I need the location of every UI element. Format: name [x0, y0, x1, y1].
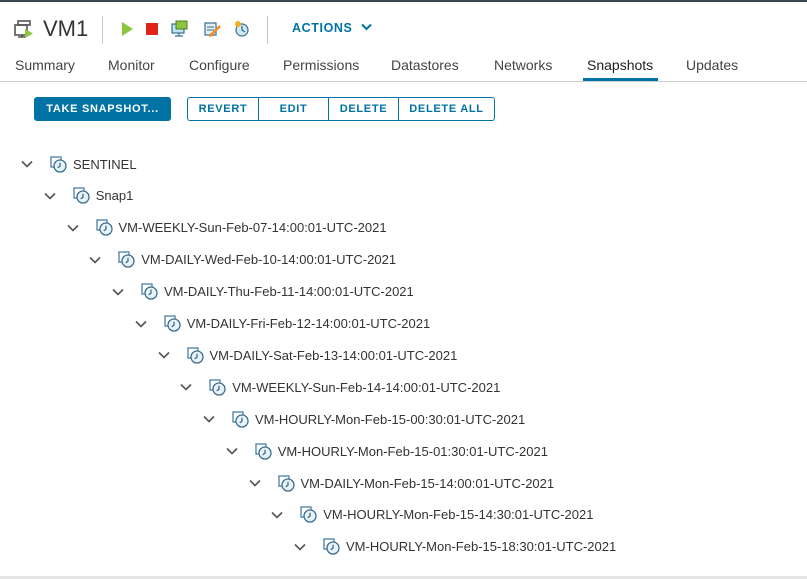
snapshot-tree-node[interactable]: VM-DAILY-Mon-Feb-15-14:00:01-UTC-2021	[248, 467, 555, 499]
snapshot-icon	[255, 442, 272, 460]
header: VM1 ACTIONS	[0, 2, 807, 48]
divider	[267, 16, 268, 44]
snapshot-label[interactable]: VM-HOURLY-Mon-Feb-15-14:30:01-UTC-2021	[323, 507, 593, 522]
delete-all-button[interactable]: DELETE ALL	[399, 98, 494, 120]
tab-networks[interactable]: Networks	[494, 57, 552, 73]
snapshot-label[interactable]: VM-DAILY-Wed-Feb-10-14:00:01-UTC-2021	[141, 252, 396, 267]
snapshot-tree-node[interactable]: VM-HOURLY-Mon-Feb-15-14:30:01-UTC-2021	[270, 499, 593, 531]
chevron-down-icon[interactable]	[134, 317, 148, 331]
tab-configure[interactable]: Configure	[189, 57, 250, 73]
snapshot-icon	[141, 283, 158, 300]
chevron-down-icon[interactable]	[270, 508, 284, 522]
delete-button[interactable]: DELETE	[329, 98, 399, 120]
snapshot-icon	[164, 315, 181, 332]
snapshot-icon	[232, 411, 249, 428]
chevron-down-icon[interactable]	[225, 444, 239, 458]
tab-permissions[interactable]: Permissions	[283, 57, 359, 73]
snapshot-icon	[186, 347, 204, 364]
snapshot-tree-node[interactable]: VM-DAILY-Thu-Feb-11-14:00:01-UTC-2021	[111, 276, 414, 308]
divider	[102, 16, 103, 44]
snapshot-icon	[323, 538, 340, 555]
snapshot-label[interactable]: VM-DAILY-Sat-Feb-13-14:00:01-UTC-2021	[210, 348, 458, 363]
snapshot-manager-icon[interactable]	[233, 20, 251, 38]
snapshot-tree-node[interactable]: VM-DAILY-Sat-Feb-13-14:00:01-UTC-2021	[157, 339, 458, 371]
chevron-down-icon[interactable]	[202, 412, 216, 426]
chevron-down-icon	[360, 23, 372, 31]
tab-bar: Summary Monitor Configure Permissions Da…	[0, 50, 807, 82]
snapshot-tree-node[interactable]: VM-DAILY-Wed-Feb-10-14:00:01-UTC-2021	[88, 244, 396, 276]
revert-button[interactable]: REVERT	[188, 98, 259, 120]
power-off-icon[interactable]	[143, 20, 161, 38]
snapshot-icon	[277, 474, 295, 492]
snapshot-icon	[209, 379, 226, 396]
power-on-icon[interactable]	[118, 20, 136, 38]
snapshot-label[interactable]: VM-DAILY-Thu-Feb-11-14:00:01-UTC-2021	[164, 284, 414, 299]
migrate-icon[interactable]	[203, 20, 221, 38]
snapshot-icon	[50, 155, 67, 173]
snapshot-tree-node[interactable]: VM-HOURLY-Mon-Feb-15-18:30:01-UTC-2021	[293, 531, 616, 563]
console-icon[interactable]	[171, 20, 189, 38]
chevron-down-icon[interactable]	[248, 476, 262, 490]
snapshot-tree-node[interactable]: VM-DAILY-Fri-Feb-12-14:00:01-UTC-2021	[134, 308, 430, 340]
snapshot-icon	[95, 219, 113, 236]
snapshot-icon	[73, 187, 90, 205]
snapshot-tree-node[interactable]: Snap1	[43, 180, 134, 212]
tab-monitor[interactable]: Monitor	[108, 57, 155, 73]
snapshot-label[interactable]: VM-DAILY-Fri-Feb-12-14:00:01-UTC-2021	[187, 316, 430, 331]
chevron-down-icon[interactable]	[157, 348, 171, 362]
snapshot-icon	[118, 251, 135, 268]
chevron-down-icon[interactable]	[88, 253, 102, 267]
chevron-down-icon[interactable]	[111, 285, 125, 299]
tab-summary[interactable]: Summary	[15, 57, 75, 73]
actions-menu-button[interactable]: ACTIONS	[292, 21, 372, 35]
tab-updates[interactable]: Updates	[686, 57, 738, 73]
snapshot-label[interactable]: VM-HOURLY-Mon-Feb-15-00:30:01-UTC-2021	[255, 412, 525, 427]
snapshot-action-group: REVERT EDIT DELETE DELETE ALL	[187, 97, 495, 121]
snapshot-label[interactable]: SENTINEL	[73, 157, 137, 172]
vm-icon	[14, 20, 33, 38]
snapshot-tree-node[interactable]: SENTINEL	[20, 148, 137, 180]
chevron-down-icon[interactable]	[293, 540, 307, 554]
snapshot-icon	[300, 506, 317, 524]
tab-snapshots[interactable]: Snapshots	[587, 57, 653, 73]
active-tab-indicator	[583, 78, 658, 81]
snapshot-tree-node[interactable]: VM-HOURLY-Mon-Feb-15-00:30:01-UTC-2021	[202, 403, 525, 435]
chevron-down-icon[interactable]	[20, 157, 34, 171]
chevron-down-icon[interactable]	[43, 189, 57, 203]
snapshot-tree-node[interactable]: VM-WEEKLY-Sun-Feb-14-14:00:01-UTC-2021	[179, 371, 500, 403]
page-title: VM1	[43, 16, 89, 41]
snapshot-label[interactable]: VM-HOURLY-Mon-Feb-15-18:30:01-UTC-2021	[346, 539, 616, 554]
actions-label: ACTIONS	[292, 21, 353, 35]
snapshot-label[interactable]: VM-WEEKLY-Sun-Feb-07-14:00:01-UTC-2021	[119, 220, 387, 235]
snapshot-tree-node[interactable]: VM-HOURLY-Mon-Feb-15-01:30:01-UTC-2021	[225, 435, 548, 467]
snapshot-label[interactable]: VM-HOURLY-Mon-Feb-15-01:30:01-UTC-2021	[278, 444, 548, 459]
snapshot-tree-node[interactable]: VM-WEEKLY-Sun-Feb-07-14:00:01-UTC-2021	[66, 212, 387, 244]
edit-button[interactable]: EDIT	[259, 98, 329, 120]
chevron-down-icon[interactable]	[179, 380, 193, 394]
snapshot-label[interactable]: VM-DAILY-Mon-Feb-15-14:00:01-UTC-2021	[301, 476, 555, 491]
tab-datastores[interactable]: Datastores	[391, 57, 459, 73]
snapshot-label[interactable]: VM-WEEKLY-Sun-Feb-14-14:00:01-UTC-2021	[232, 380, 500, 395]
snapshot-label[interactable]: Snap1	[96, 188, 134, 203]
chevron-down-icon[interactable]	[66, 221, 80, 235]
take-snapshot-button[interactable]: TAKE SNAPSHOT...	[34, 97, 171, 121]
